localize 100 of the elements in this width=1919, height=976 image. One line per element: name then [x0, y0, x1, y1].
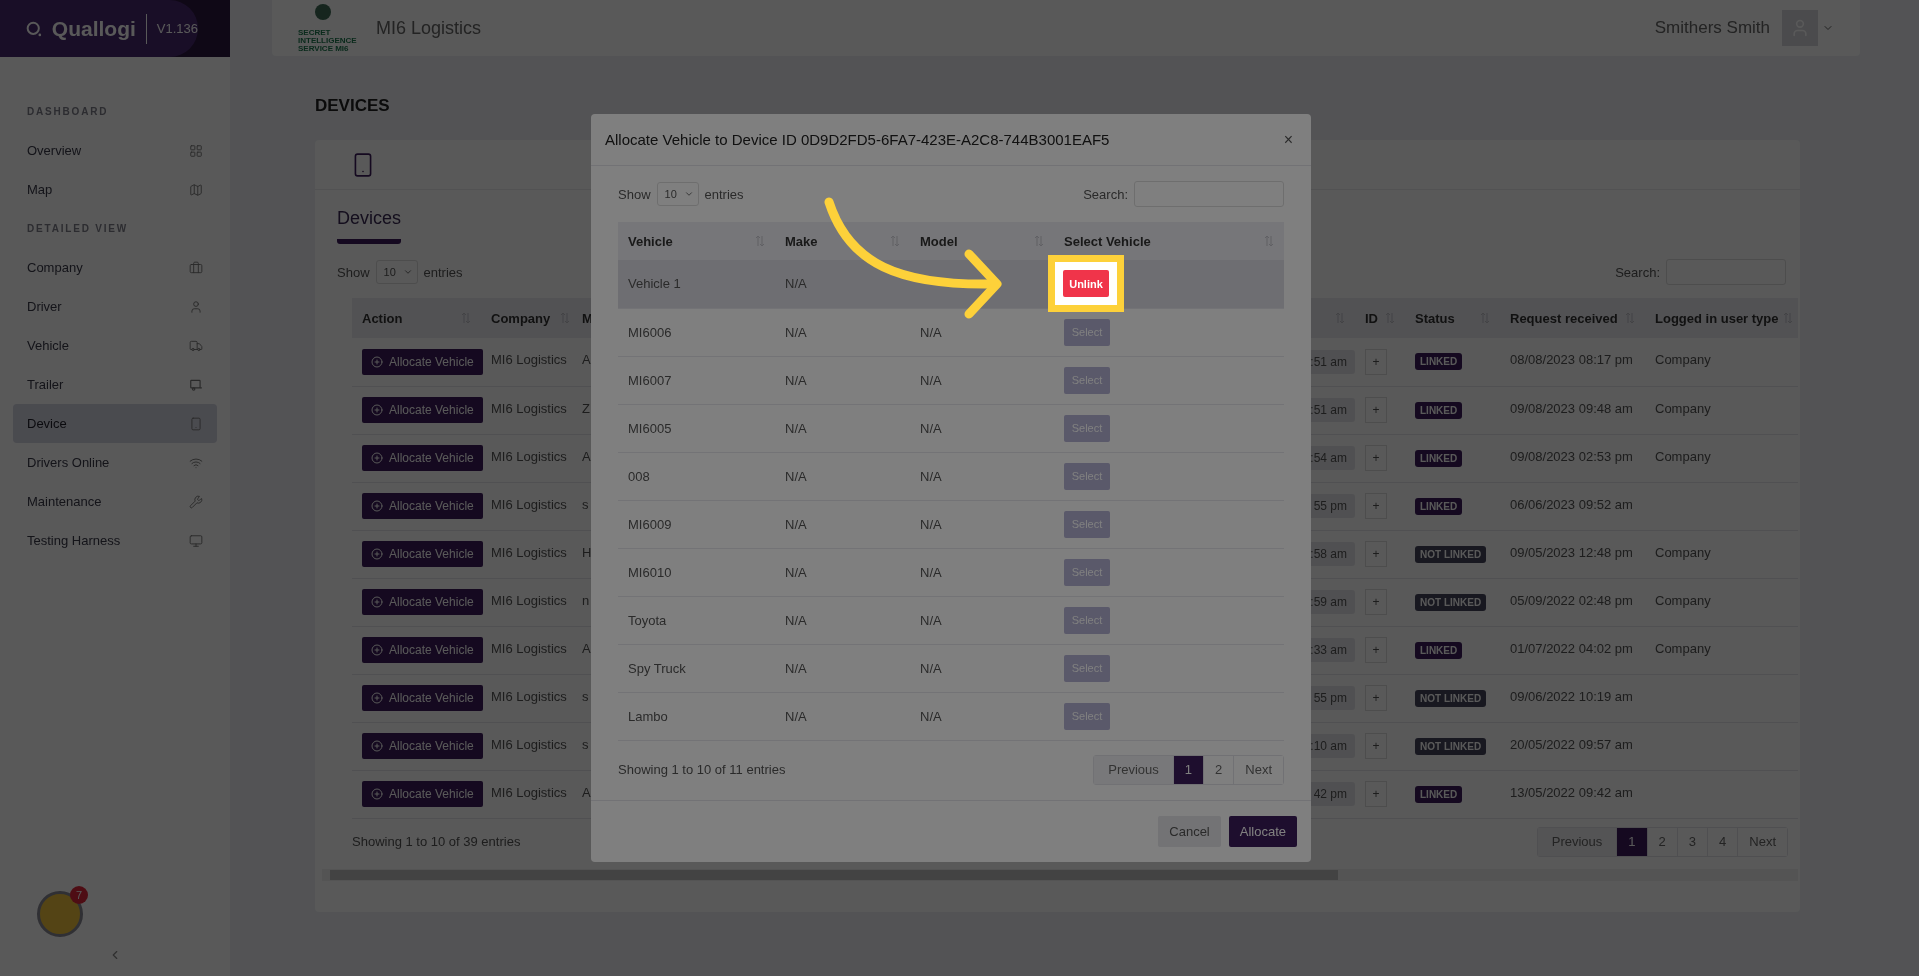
- status-badge: LINKED: [1415, 785, 1463, 803]
- status-badge: LINKED: [1415, 497, 1463, 515]
- brand-name: Quallogi: [51, 16, 136, 41]
- column-header[interactable]: Status: [1405, 298, 1500, 338]
- table-cell: 008: [618, 452, 775, 500]
- column-header[interactable]: ID: [1355, 298, 1405, 338]
- table-cell: MI6 Logistics: [481, 338, 580, 386]
- nav-item[interactable]: Testing Harness: [13, 521, 217, 560]
- next-button[interactable]: Next: [1233, 755, 1283, 784]
- table-cell: N/A: [775, 548, 910, 596]
- monitor-icon: [189, 533, 203, 548]
- allocate-vehicle-button[interactable]: Allocate Vehicle: [362, 541, 483, 567]
- expand-button[interactable]: +: [1365, 637, 1387, 663]
- previous-button[interactable]: Previous: [1094, 755, 1173, 784]
- nav-item[interactable]: Map: [13, 170, 217, 209]
- plus-circle-icon: [371, 788, 383, 800]
- allocate-vehicle-button[interactable]: Allocate Vehicle: [362, 445, 483, 471]
- expand-button[interactable]: +: [1365, 493, 1387, 519]
- page-title: DEVICES: [315, 96, 391, 117]
- cancel-button[interactable]: Cancel: [1158, 816, 1221, 847]
- page-button[interactable]: 1: [1172, 755, 1204, 784]
- table-cell: N/A: [775, 308, 910, 356]
- allocate-vehicle-button[interactable]: Allocate Vehicle: [362, 348, 483, 375]
- column-header[interactable]: Request received: [1500, 298, 1645, 338]
- page-size-select[interactable]: 10: [656, 182, 699, 206]
- table-cell: MI6 Logistics: [481, 578, 580, 626]
- column-header[interactable]: Vehicle: [618, 222, 775, 260]
- table-cell: N/A: [910, 404, 1054, 452]
- column-header[interactable]: Model: [910, 222, 1054, 260]
- nav-item[interactable]: Vehicle: [13, 326, 217, 365]
- plus-circle-icon: [371, 596, 383, 608]
- allocate-vehicle-button[interactable]: Allocate Vehicle: [362, 397, 483, 423]
- expand-button[interactable]: +: [1365, 445, 1387, 471]
- allocate-button[interactable]: Allocate: [1228, 816, 1297, 847]
- nav-item[interactable]: Maintenance: [13, 482, 217, 521]
- table-cell: N/A: [910, 548, 1054, 596]
- assistant-avatar[interactable]: [37, 891, 83, 937]
- notification-count: 7: [70, 886, 88, 904]
- column-header[interactable]: Logged in user type: [1645, 298, 1798, 338]
- nav-item[interactable]: Company: [13, 248, 217, 287]
- plus-circle-icon: [371, 692, 383, 704]
- table-cell: N/A: [910, 644, 1054, 692]
- table-cell: Company: [1645, 338, 1798, 386]
- allocate-vehicle-button[interactable]: Allocate Vehicle: [362, 685, 483, 711]
- company-logo: SECRET INTELLIGENCE SERVICE MI6: [298, 3, 364, 53]
- allocate-vehicle-button[interactable]: Allocate Vehicle: [362, 493, 483, 519]
- column-header[interactable]: Make: [775, 222, 910, 260]
- table-cell: MI6005: [618, 404, 775, 452]
- page-button[interactable]: 1: [1616, 827, 1647, 856]
- table-cell: Company: [1645, 530, 1798, 578]
- table-cell: 20/05/2022 09:57 am: [1500, 722, 1645, 770]
- table-cell: N/A: [775, 644, 910, 692]
- expand-button[interactable]: +: [1365, 733, 1387, 759]
- table-cell: Toyota: [618, 596, 775, 644]
- unlink-button[interactable]: Unlink: [1063, 270, 1109, 298]
- devices-tab[interactable]: Devices: [337, 208, 402, 244]
- table-cell: MI6 Logistics: [481, 626, 580, 674]
- phone-icon: [189, 416, 203, 431]
- nav-item[interactable]: Trailer: [13, 365, 217, 404]
- table-cell: N/A: [775, 596, 910, 644]
- table-cell: Company: [1645, 626, 1798, 674]
- table-cell: MI6 Logistics: [481, 482, 580, 530]
- entries-label: entries: [423, 264, 463, 280]
- nav-item[interactable]: Drivers Online: [13, 443, 217, 482]
- plus-circle-icon: [371, 355, 383, 368]
- expand-button[interactable]: +: [1365, 541, 1387, 567]
- nav-item[interactable]: Overview: [13, 131, 217, 170]
- table-cell: N/A: [775, 404, 910, 452]
- expand-button[interactable]: +: [1365, 589, 1387, 615]
- table-cell: 06/06/2023 09:52 am: [1500, 482, 1645, 530]
- expand-button[interactable]: +: [1365, 348, 1387, 375]
- column-header[interactable]: Select Vehicle: [1054, 222, 1284, 260]
- expand-button[interactable]: +: [1365, 781, 1387, 807]
- plus-circle-icon: [371, 644, 383, 656]
- column-header[interactable]: Action: [352, 298, 481, 338]
- table-cell: A: [582, 448, 591, 464]
- nav-item[interactable]: Driver: [13, 287, 217, 326]
- allocate-vehicle-button[interactable]: Allocate Vehicle: [362, 733, 483, 759]
- page-size-select[interactable]: 10: [375, 260, 418, 284]
- table-cell: MI6006: [618, 308, 775, 356]
- expand-button[interactable]: +: [1365, 397, 1387, 423]
- allocate-vehicle-button[interactable]: Allocate Vehicle: [362, 589, 483, 615]
- table-cell: N/A: [910, 692, 1054, 740]
- search-label: Search:: [1615, 264, 1660, 280]
- table-cell: n: [582, 592, 590, 608]
- table-cell: H: [582, 544, 592, 560]
- table-cell: s: [582, 736, 589, 752]
- user-menu-button[interactable]: [1782, 10, 1834, 46]
- table-cell: s: [582, 688, 589, 704]
- page-button[interactable]: 2: [1203, 755, 1234, 784]
- column-header[interactable]: Company: [481, 298, 580, 338]
- allocate-vehicle-button[interactable]: Allocate Vehicle: [362, 637, 483, 663]
- nav-item[interactable]: Device: [13, 404, 217, 443]
- table-cell: Spy Truck: [618, 644, 775, 692]
- table-info: Showing 1 to 10 of 39 entries: [352, 834, 521, 849]
- close-button[interactable]: ×: [1279, 130, 1297, 149]
- table-cell: N/A: [775, 356, 910, 404]
- table-cell: 13/05/2022 09:42 am: [1500, 770, 1645, 818]
- expand-button[interactable]: +: [1365, 685, 1387, 711]
- allocate-vehicle-button[interactable]: Allocate Vehicle: [362, 781, 483, 807]
